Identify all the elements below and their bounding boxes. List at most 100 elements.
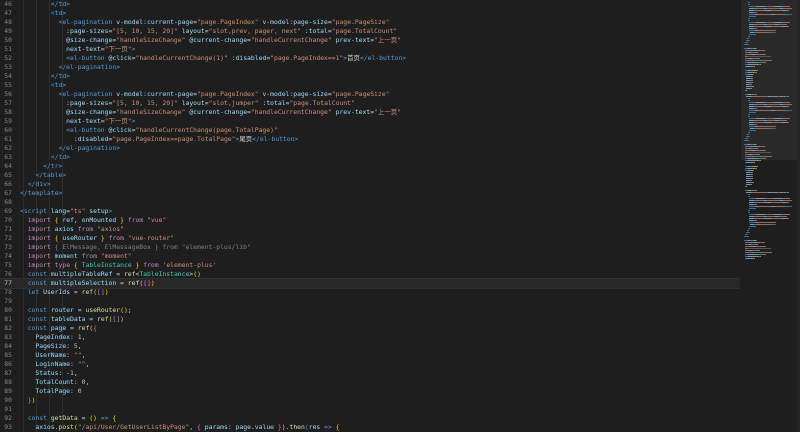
line-number: 55 [4,81,12,89]
code-line[interactable]: 64 </tr> [0,162,740,171]
code-token: useRouter [62,234,98,242]
code-line[interactable]: 79 [0,297,740,306]
minimap-mark [748,2,750,3]
minimap-mark [771,128,776,129]
code-line[interactable]: 68 [0,198,740,207]
code-line[interactable]: 67 </template> [0,189,740,198]
code-token: "/api/User/GetUserListByPage" [77,423,190,431]
code-token: "[5, 10, 15, 20]" [112,27,178,35]
code-token: , [73,369,78,377]
code-line[interactable]: 73 import { ElMessage, ElMessageBox } fr… [0,243,740,252]
code-line[interactable]: 65 </table> [0,171,740,180]
minimap-mark [747,230,749,231]
code-line[interactable]: 80 const router = useRouter(); [0,306,740,315]
minimap-mark [759,126,776,127]
minimap-mark [748,132,750,133]
code-line[interactable]: 87 Status: -1, [0,369,740,378]
code-line[interactable]: 84 PageSize: 5, [0,342,740,351]
minimap-mark [748,160,756,161]
code-line[interactable]: 50 @size-change="handleSizeChange" @curr… [0,36,740,45]
code-line[interactable]: 52 <el-button @click="handleCurrentChang… [0,54,740,63]
code-line[interactable]: 49 :page-sizes="[5, 10, 15, 20]" layout=… [0,27,740,36]
code-line[interactable]: 74 import moment from "moment" [0,252,740,261]
code-line[interactable]: 89 TotalPage: 0 [0,387,740,396]
code-line[interactable]: 59 next-text="下一页"> [0,117,740,126]
minimap-mark [772,122,781,123]
code-line[interactable]: 54 </td> [0,72,740,81]
code-token: LoginName [35,360,71,368]
code-token: @current-change [189,108,248,116]
code-line[interactable]: 81 const tableData = ref([]) [0,315,740,324]
code-token: ref [123,270,136,278]
minimap-mark [756,214,765,215]
code-line[interactable]: 90 }) [0,396,740,405]
code-line[interactable]: 85 UserName: "", [0,351,740,360]
code-line[interactable]: 83 PageIndex: 1, [0,333,740,342]
code-line[interactable]: 76 const multipleTableRef = ref<TableIns… [0,270,740,279]
code-line[interactable]: 47 <td> [0,9,740,18]
code-line[interactable]: 55 <td> [0,81,740,90]
code-token: axios [35,423,55,431]
code-token: moment [54,252,78,260]
minimap-mark [757,166,758,167]
code-editor[interactable]: 46 </td> 47 <td> 48 <el-pagination v-model… [0,0,740,432]
code-token: </el-pagination> [58,144,121,152]
minimap-mark [744,140,749,141]
line-number: 68 [4,198,12,206]
line-number: 74 [4,252,12,260]
minimap-mark [746,40,750,41]
code-line[interactable]: 60 <el-button @click="handleCurrentChang… [0,126,740,135]
minimap-mark [764,202,771,203]
code-line[interactable]: 88 TotalCount: 0, [0,378,740,387]
line-number: 87 [4,369,12,377]
code-token: v-model:current-page [116,18,194,26]
code-line[interactable]: 58 @size-change="handleSizeChange" @curr… [0,108,740,117]
code-line[interactable]: 72 import { useRouter } from "vue-router… [0,234,740,243]
code-line[interactable]: 63 </td> [0,153,740,162]
minimap-mark [756,240,757,241]
minimap-mark [754,66,755,67]
code-line[interactable]: 46 </td> [0,0,740,9]
code-line[interactable]: 62 </el-pagination> [0,144,740,153]
code-token: ref [127,279,140,287]
minimap-mark [763,242,765,243]
code-line[interactable]: 92 const getData = () => { [0,414,740,423]
code-line[interactable]: 56 <el-pagination v-model:current-page="… [0,90,740,99]
code-line[interactable]: 61 :disabled="page.PageIndex==page.Total… [0,135,740,144]
minimap-mark [751,184,752,185]
minimap-mark [756,94,757,95]
line-number: 85 [4,351,12,359]
code-line[interactable]: 78 let UserIds = ref([]) [0,288,740,297]
minimap-mark [746,136,750,137]
code-token: "vue" [147,216,167,224]
code-line[interactable]: 70 import { ref, onMounted } from "vue" [0,216,740,225]
code-line[interactable]: 91 [0,405,740,414]
code-line[interactable]: 86 LoginName: "", [0,360,740,369]
minimap-mark [756,220,757,221]
code-line[interactable]: 66 </div> [0,180,740,189]
code-line[interactable]: 71 import axios from "axios" [0,225,740,234]
code-token: ref [77,324,90,332]
code-line[interactable]: 75 import type { TableInstance } from 'e… [0,261,740,270]
code-line[interactable]: 51 next-text="下一页"> [0,45,740,54]
code-line[interactable]: 57 :page-sizes="[5, 10, 15, 20]" layout=… [0,99,740,108]
minimap[interactable] [741,0,800,432]
code-line[interactable]: 77 const multipleSelection = ref([]) [0,278,740,289]
line-number: 88 [4,378,12,386]
code-line[interactable]: 48 <el-pagination v-model:current-page="… [0,18,740,27]
code-token: "handleCurrentChange" [250,36,332,44]
minimap-mark [756,124,757,125]
minimap-mark [783,6,790,7]
code-line[interactable]: 82 const page = ref({ [0,324,740,333]
code-line[interactable]: 69 <script lang="ts" setup> [0,207,740,216]
code-line[interactable]: 53 </el-pagination> [0,63,740,72]
minimap-mark [756,250,760,251]
code-line[interactable]: 93 axios.post("/api/User/GetUserListByPa… [0,423,740,432]
code-token: @click [108,54,132,62]
code-token: { ElMessage, ElMessageBox } from "elemen… [50,243,251,251]
